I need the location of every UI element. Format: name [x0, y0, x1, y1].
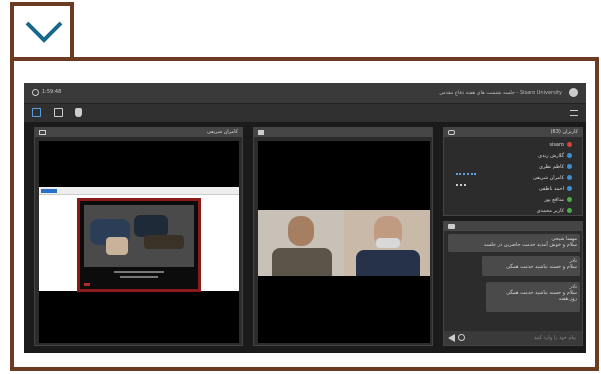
- user-name: کاظم نظری: [539, 163, 564, 170]
- user-name: مدافع پور: [544, 196, 564, 203]
- user-row[interactable]: کاربر محمدی: [537, 206, 572, 215]
- media-status-icons: [456, 173, 476, 178]
- webcam-feed-2: [344, 210, 430, 276]
- webcam-viewport: [258, 141, 430, 343]
- toolbar: [24, 103, 586, 122]
- shared-browser-bar: [39, 187, 239, 195]
- user-icon: [567, 197, 572, 202]
- chat-input-row: پیام خود را وارد کنید: [444, 331, 582, 345]
- shared-slide: [77, 198, 201, 292]
- meeting-app: 1:59:48 Sisaro University - جلسه نشست ها…: [24, 83, 586, 353]
- webcam-pane: [253, 127, 433, 346]
- chat-input[interactable]: پیام خود را وارد کنید: [534, 335, 576, 341]
- user-row[interactable]: گلارش زندی: [538, 151, 572, 160]
- title-bar: 1:59:48 Sisaro University - جلسه نشست ها…: [24, 83, 586, 103]
- user-name: sisaro: [549, 141, 564, 148]
- user-icon: [567, 208, 572, 213]
- monitor-icon: [39, 130, 46, 135]
- session-timer: 1:59:48: [42, 89, 62, 95]
- user-icon: [567, 142, 572, 147]
- chat-message: مهسا شیخی سلام و خوش آمدید خدمت حاضرین د…: [448, 234, 580, 252]
- presentation-pane-header: کامران شریفی: [35, 128, 242, 137]
- camera-icon: [258, 130, 264, 135]
- user-name: کاربر محمدی: [536, 207, 564, 214]
- user-icon: [567, 186, 572, 191]
- presentation-pane: کامران شریفی: [34, 127, 243, 346]
- user-row[interactable]: مدافع پور: [544, 195, 572, 204]
- chat-message-text: سلام و خوش آمدید خدمت حاضرین در جلسه: [484, 242, 577, 248]
- window-title: Sisaro University - جلسه نشست های هفته د…: [439, 90, 562, 96]
- collapse-toggle[interactable]: [10, 2, 74, 58]
- users-pane: کاربران (63) sisaro گلارش زندی کاظم نظری…: [443, 127, 583, 216]
- chat-message-tail: روز.هفته: [558, 296, 577, 302]
- user-icon: [567, 175, 572, 180]
- media-status-icons: [456, 184, 466, 189]
- user-name: گلارش زندی: [538, 152, 564, 159]
- user-row[interactable]: sisaro: [549, 140, 572, 149]
- avatar[interactable]: [569, 88, 578, 97]
- slide-caption: [114, 271, 164, 273]
- chat-message: نادر سلام و خسته نباشید خدمت همگی: [482, 256, 580, 276]
- raise-hand-icon[interactable]: [75, 108, 82, 117]
- shared-screen: [39, 187, 239, 292]
- user-icon: [567, 153, 572, 158]
- share-screen-icon[interactable]: [54, 108, 63, 117]
- slide-photo: [84, 205, 194, 267]
- chat-message-text: سلام و خسته نباشید خدمت همگی: [506, 264, 577, 270]
- presentation-viewport: [39, 141, 239, 343]
- presenter-label: کامران شریفی: [206, 129, 238, 135]
- chat-message: نادر سلام و خسته نباشید خدمت همگی روز.هف…: [486, 282, 580, 312]
- browser-tab: [41, 189, 57, 193]
- chat-pane-header: [444, 222, 582, 231]
- webcam-pane-header: [254, 128, 432, 137]
- user-name: احمد ناطقی: [538, 185, 564, 192]
- user-name: کامران شریفی: [532, 174, 564, 181]
- user-row[interactable]: کاظم نظری: [539, 162, 572, 171]
- emoji-icon[interactable]: [458, 334, 465, 341]
- webcam-feed-1: [258, 210, 344, 276]
- chat-icon: [448, 224, 455, 229]
- clock-icon: [32, 89, 39, 96]
- users-count-label: کاربران (63): [550, 129, 578, 135]
- menu-icon[interactable]: [570, 110, 578, 116]
- users-icon: [448, 130, 455, 135]
- user-row[interactable]: کامران شریفی: [533, 173, 572, 182]
- exit-icon[interactable]: [32, 108, 41, 117]
- chevron-down-icon: [25, 21, 63, 43]
- user-icon: [567, 164, 572, 169]
- users-pane-header: کاربران (63): [444, 128, 582, 137]
- chat-pane: مهسا شیخی سلام و خوش آمدید خدمت حاضرین د…: [443, 221, 583, 346]
- user-row[interactable]: احمد ناطقی: [539, 184, 572, 193]
- send-icon[interactable]: [448, 334, 455, 342]
